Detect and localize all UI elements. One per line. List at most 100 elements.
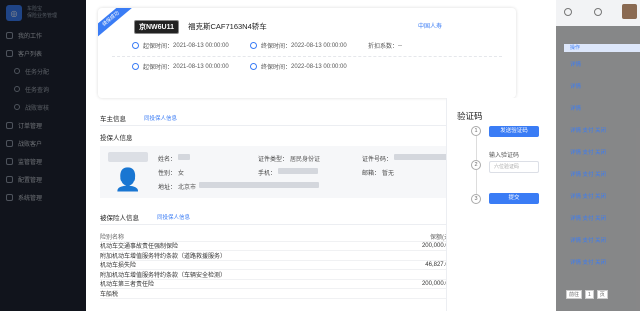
name-value-blurred — [178, 154, 191, 160]
blurred-name-tag — [108, 152, 148, 162]
idnum-field: 证件号码： — [362, 154, 455, 163]
column-header: 保额(元) — [430, 234, 452, 241]
row-actions[interactable]: 详情 支付 关闭 — [570, 258, 606, 280]
ops-column: 详情 详情 详情 详情 支付 关闭 详情 支付 关闭 详情 支付 关闭 详情 支付 关闭 详情… — [570, 60, 606, 280]
verification-panel: 验证码 1 发送验证码 2 输入验证码 六位验证码 3 提交 — [446, 98, 556, 311]
end-time: 终保时间： 2022-08-13 00:00:00 — [250, 62, 368, 71]
submit-button[interactable]: 提交 — [489, 193, 539, 204]
address-field: 地址： 北京市 — [158, 182, 320, 191]
email-label: 邮箱： — [362, 171, 381, 177]
table-cell: 200,000.00 — [421, 242, 452, 249]
phone-value-blurred — [278, 168, 319, 174]
address-blurred — [199, 182, 320, 188]
step-3: 3 — [471, 194, 481, 204]
start-time: 起保时间： 2021-08-13 00:00:00 — [132, 41, 250, 50]
table-cell: 机动车损失险 — [100, 263, 137, 270]
start-time-label: 起保时间： — [143, 44, 174, 50]
row-actions[interactable]: 详情 — [570, 82, 606, 104]
clock-icon — [250, 63, 257, 70]
step-2: 2 — [471, 160, 481, 170]
start-time-value: 2021-08-13 00:00:00 — [173, 63, 229, 70]
end-time-label: 终保时间： — [261, 44, 292, 50]
row-actions[interactable]: 详情 — [570, 104, 606, 126]
gender-value: 女 — [178, 171, 185, 177]
same-as-applicant-link[interactable]: 同投保人信息 — [157, 213, 190, 221]
end-time-label: 终保时间： — [261, 65, 292, 71]
table-cell: - — [380, 252, 452, 258]
row-actions[interactable]: 详情 支付 关闭 — [570, 170, 606, 192]
row-actions[interactable]: 详情 支付 关闭 — [570, 236, 606, 258]
person-icon: 👤 — [114, 167, 142, 192]
table-cell: 200,000.00 — [421, 280, 452, 287]
clock-icon — [132, 63, 139, 70]
start-time: 起保时间： 2021-08-13 00:00:00 — [132, 62, 250, 71]
discount-label: 折扣系数： — [368, 44, 399, 50]
gender-label: 性别： — [158, 171, 177, 177]
pager-unit: 页 — [596, 290, 608, 299]
notification-icon[interactable] — [594, 8, 602, 16]
address-value: 北京市 — [178, 185, 197, 191]
end-time: 终保时间： 2022-08-13 00:00:00 — [250, 41, 368, 50]
order-detail-drawer: 续保成功 京NW6U11 福克斯CAF7163N4轿车 中国人寿 起保时间： 2… — [86, 0, 556, 311]
table-header-ops: 操作 — [564, 44, 640, 52]
idtype-value: 居民身份证 — [290, 157, 321, 163]
step-connector — [476, 136, 477, 160]
idnum-label: 证件号码： — [362, 157, 393, 163]
idtype-field: 证件类型： 居民身份证 — [258, 154, 320, 163]
row-actions[interactable]: 详情 支付 关闭 — [570, 214, 606, 236]
background-header — [556, 0, 640, 26]
vehicle-name: 福克斯CAF7163N4轿车 — [188, 22, 267, 31]
start-time-label: 起保时间： — [143, 65, 174, 71]
section-title: 投保人信息 — [100, 135, 133, 142]
code-input-label: 输入验证码 — [489, 153, 520, 159]
column-header: 险别名称 — [100, 234, 125, 241]
end-time-value: 2022-08-13 00:00:00 — [291, 63, 347, 70]
table-cell: 车船税 — [100, 291, 119, 298]
step-connector — [476, 170, 477, 194]
policy-row-compulsory: 起保时间： 2021-08-13 00:00:00 终保时间： 2022-08-… — [132, 41, 438, 50]
vehicle-card: 续保成功 京NW6U11 福克斯CAF7163N4轿车 中国人寿 起保时间： 2… — [98, 8, 516, 98]
insurance-company: 中国人寿 — [418, 24, 443, 30]
background-right-strip: 操作 详情 详情 详情 详情 支付 关闭 详情 支付 关闭 详情 支付 关闭 详情 支付 关… — [556, 0, 640, 311]
verify-title: 验证码 — [457, 111, 483, 121]
section-title: 车主信息 — [100, 116, 126, 123]
license-plate: 京NW6U11 — [134, 20, 180, 34]
gender-field: 性别： 女 — [158, 168, 184, 177]
same-as-applicant-link[interactable]: 同投保人信息 — [144, 114, 177, 122]
discount-value: -- — [398, 42, 403, 49]
clock-icon — [132, 42, 139, 49]
divider — [112, 56, 502, 57]
address-label: 地址： — [158, 185, 177, 191]
table-cell: 附加机动车增值服务特约条款（道路救援服务） — [100, 253, 227, 260]
code-input[interactable]: 六位验证码 — [489, 161, 539, 173]
pagination: 前往 1 页 — [566, 290, 608, 299]
clock-icon — [250, 42, 257, 49]
end-time-value: 2022-08-13 00:00:00 — [291, 42, 347, 49]
avatar[interactable] — [622, 4, 637, 19]
table-cell: 46,827.00 — [425, 261, 452, 268]
table-cell: 机动车交通事故责任强制保险 — [100, 244, 179, 251]
policy-row-commercial: 起保时间： 2021-08-13 00:00:00 终保时间： 2022-08-… — [132, 62, 368, 71]
send-code-button[interactable]: 发送验证码 — [489, 126, 539, 137]
table-cell: - — [380, 290, 452, 296]
table-cell: 附加机动车增值服务特约条款（车辆安全检测） — [100, 272, 227, 279]
discount: 折扣系数： -- — [368, 41, 438, 51]
table-cell: 机动车第三者责任险 — [100, 282, 155, 289]
section-title: 被保险人信息 — [100, 215, 139, 222]
phone-label: 手机： — [258, 171, 277, 177]
row-actions[interactable]: 详情 — [570, 60, 606, 82]
email-value: 暂无 — [382, 171, 395, 177]
row-actions[interactable]: 详情 支付 关闭 — [570, 192, 606, 214]
row-actions[interactable]: 详情 支付 关闭 — [570, 148, 606, 170]
name-label: 姓名： — [158, 157, 177, 163]
pager-page-input[interactable]: 1 — [585, 290, 594, 299]
row-actions[interactable]: 详情 支付 关闭 — [570, 126, 606, 148]
settings-icon[interactable] — [564, 8, 572, 16]
table-cell: - — [380, 271, 452, 277]
step-1: 1 — [471, 126, 481, 136]
pager-goto-label: 前往 — [566, 290, 583, 299]
start-time-value: 2021-08-13 00:00:00 — [173, 42, 229, 49]
phone-field: 手机： — [258, 168, 319, 177]
name-field: 姓名： — [158, 154, 191, 163]
idtype-label: 证件类型： — [258, 157, 289, 163]
